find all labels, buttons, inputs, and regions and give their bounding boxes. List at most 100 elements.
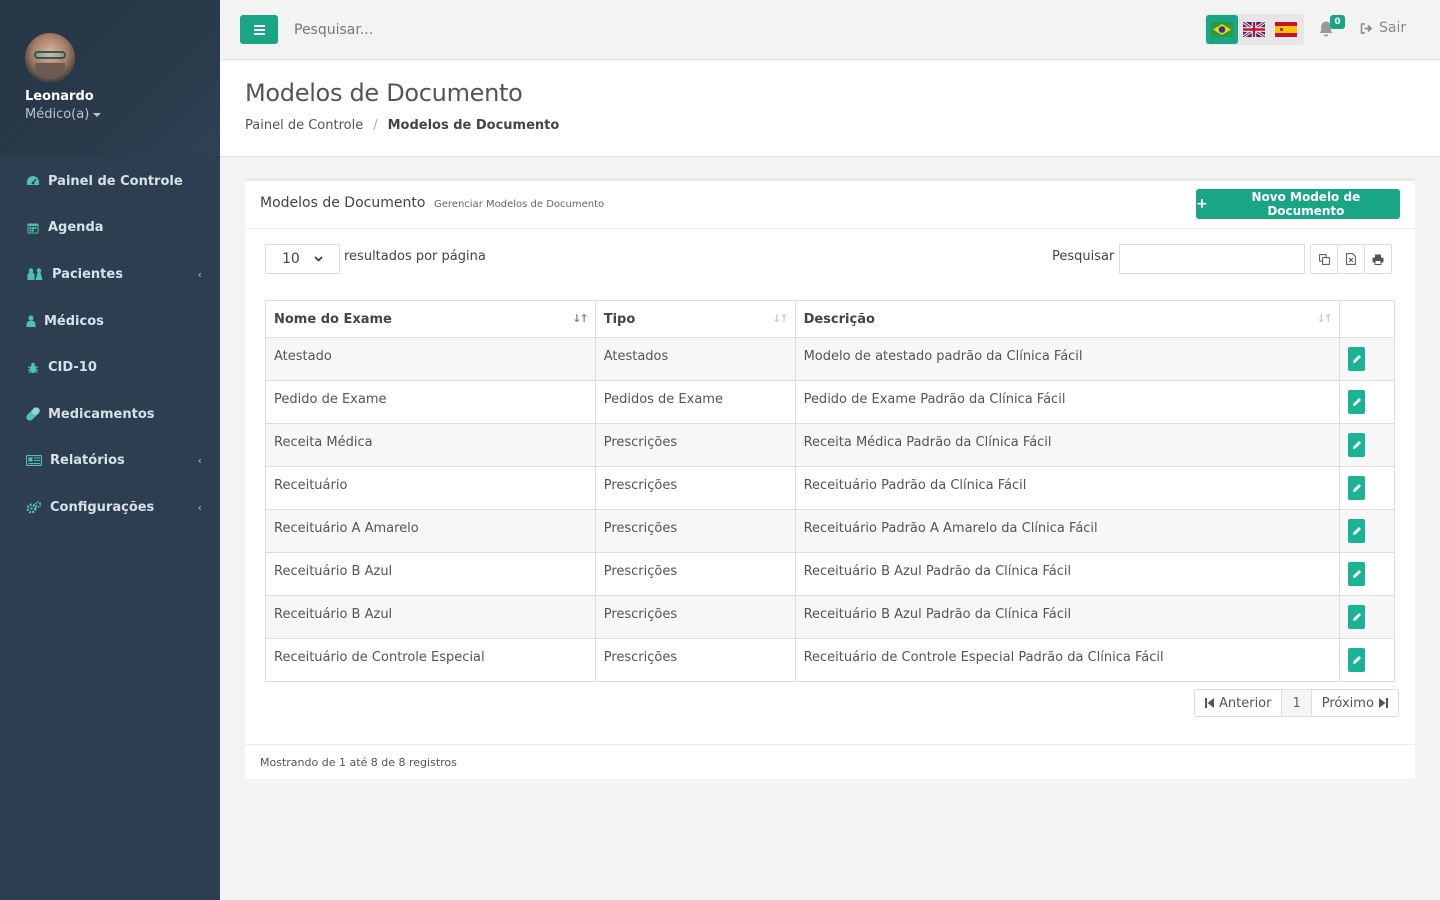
table-row: Receituário Prescrições Receituário Padrão…	[265, 466, 1395, 510]
spain-flag-icon	[1275, 22, 1297, 37]
sidebar-item-cid-10[interactable]: CID-10	[0, 344, 220, 391]
cell-nome: Receituário B Azul	[265, 552, 596, 596]
table-header-row: Nome do Exame ↓↑ Tipo ↓↑ Descrição ↓↑	[265, 300, 1395, 338]
pagination-page-1[interactable]: 1	[1281, 689, 1312, 717]
sidebar-item-label: Médicos	[44, 313, 104, 329]
copy-button[interactable]	[1310, 244, 1338, 274]
cell-actions	[1339, 466, 1395, 510]
caret-down-icon	[93, 112, 102, 117]
pagination-prev-button[interactable]: Anterior	[1194, 689, 1283, 717]
sidebar-item-agenda[interactable]: Agenda	[0, 205, 220, 252]
edit-button[interactable]	[1348, 390, 1365, 414]
language-en-gb-button[interactable]	[1238, 15, 1270, 44]
page-header: Modelos de Documento Painel de Controle …	[220, 61, 1440, 157]
cell-actions	[1339, 380, 1395, 424]
chevron-left-icon: ‹	[197, 500, 202, 514]
column-header-nome[interactable]: Nome do Exame ↓↑	[265, 300, 596, 338]
logout-button[interactable]: Sair	[1360, 20, 1406, 36]
edit-button[interactable]	[1348, 562, 1365, 586]
page-size-label: resultados por página	[344, 249, 486, 264]
page-size-value: 10	[282, 251, 300, 267]
chevron-left-icon: ‹	[197, 454, 202, 468]
new-document-template-button[interactable]: + Novo Modelo de Documento	[1196, 189, 1400, 219]
sidebar-item-label: Agenda	[48, 220, 104, 236]
cell-descricao: Pedido de Exame Padrão da Clínica Fácil	[794, 380, 1341, 424]
chevron-left-icon: ‹	[197, 267, 202, 281]
sidebar-item-relatorios[interactable]: Relatórios ‹	[0, 438, 220, 485]
cell-actions	[1339, 595, 1395, 639]
sidebar-item-label: Medicamentos	[48, 406, 155, 422]
pagination-next-label: Próximo	[1321, 695, 1374, 711]
sidebar-item-painel-de-controle[interactable]: Painel de Controle	[0, 158, 220, 205]
table-row: Receituário B Azul Prescrições Receituário…	[265, 595, 1395, 639]
chevron-down-icon	[314, 256, 323, 262]
cell-actions	[1339, 509, 1395, 553]
column-header-label: Nome do Exame	[274, 311, 392, 327]
global-search-input[interactable]	[294, 18, 594, 42]
user-md-icon	[25, 314, 37, 328]
language-es-es-button[interactable]	[1270, 15, 1302, 44]
column-header-label: Descrição	[803, 311, 875, 327]
box-subtitle: Gerenciar Modelos de Documento	[434, 199, 605, 210]
box-title: Modelos de Documento	[260, 195, 426, 211]
sidebar-item-label: Pacientes	[52, 266, 123, 282]
user-name: Leonardo	[25, 89, 94, 104]
step-backward-icon	[1205, 698, 1214, 708]
sidebar-item-medicos[interactable]: Médicos	[0, 298, 220, 345]
cell-actions	[1339, 423, 1395, 467]
cell-nome: Receituário de Controle Especial	[265, 638, 596, 682]
page-size-select[interactable]: 10	[265, 244, 340, 274]
edit-button[interactable]	[1348, 433, 1365, 457]
print-button[interactable]	[1364, 244, 1392, 274]
hamburger-icon-line	[253, 24, 265, 27]
avatar-glasses	[34, 51, 66, 59]
pencil-icon	[1352, 570, 1361, 578]
bug-icon	[25, 361, 41, 375]
cell-nome: Receituário	[265, 466, 596, 510]
plus-icon: +	[1196, 196, 1208, 212]
excel-export-button[interactable]	[1337, 244, 1365, 274]
pagination-next-button[interactable]: Próximo	[1310, 689, 1399, 717]
table-controls: 10 resultados por página Pesquisar	[265, 244, 1395, 274]
sidebar: Leonardo Médico(a) Painel de Controle Ag…	[0, 0, 220, 900]
edit-button[interactable]	[1348, 519, 1365, 543]
language-pt-br-button[interactable]	[1206, 15, 1238, 44]
sidebar-item-configuracoes[interactable]: Configurações ‹	[0, 484, 220, 531]
pagination: Anterior 1 Próximo	[1194, 689, 1399, 717]
edit-button[interactable]	[1348, 648, 1365, 672]
edit-button[interactable]	[1348, 605, 1365, 629]
column-header-actions	[1339, 300, 1395, 338]
sidebar-item-pacientes[interactable]: Pacientes ‹	[0, 251, 220, 298]
column-header-tipo[interactable]: Tipo ↓↑	[594, 300, 796, 338]
cell-tipo: Pedidos de Exame	[594, 380, 796, 424]
user-role-dropdown[interactable]: Médico(a)	[25, 107, 195, 122]
edit-button[interactable]	[1348, 347, 1365, 371]
sort-icon: ↓↑	[1316, 312, 1334, 325]
table-row: Receituário de Controle Especial Prescriç…	[265, 638, 1395, 682]
box-header: Modelos de Documento Gerenciar Modelos d…	[245, 181, 1415, 229]
breadcrumb-link-painel[interactable]: Painel de Controle	[245, 118, 363, 133]
cell-descricao: Receituário Padrão A Amarelo da Clínica …	[794, 509, 1341, 553]
cell-nome: Receita Médica	[265, 423, 596, 467]
hamburger-icon-line	[253, 32, 265, 35]
brazil-flag-icon	[1211, 22, 1233, 37]
cell-nome: Receituário A Amarelo	[265, 509, 596, 553]
cell-descricao: Receituário B Azul Padrão da Clínica Fác…	[794, 552, 1341, 596]
sidebar-item-medicamentos[interactable]: Medicamentos	[0, 391, 220, 438]
menu-toggle-button[interactable]	[240, 15, 278, 44]
avatar[interactable]	[25, 33, 75, 83]
table-body: Atestado Atestados Modelo de atestado padr…	[265, 337, 1395, 682]
cell-descricao: Receituário Padrão da Clínica Fácil	[794, 466, 1341, 510]
edit-button[interactable]	[1348, 476, 1365, 500]
table-row: Pedido de Exame Pedidos de Exame Pedido de…	[265, 380, 1395, 424]
uk-flag-icon	[1243, 22, 1265, 37]
table-search-label: Pesquisar	[1052, 249, 1115, 264]
notifications-badge: 0	[1330, 15, 1345, 29]
breadcrumb-current: Modelos de Documento	[387, 118, 560, 133]
pagination-prev-label: Anterior	[1219, 695, 1272, 711]
cell-actions	[1339, 337, 1395, 381]
table-search-input[interactable]	[1119, 244, 1305, 274]
new-button-label: Novo Modelo de Documento	[1251, 190, 1361, 218]
sort-icon: ↓↑	[772, 312, 789, 325]
column-header-descricao[interactable]: Descrição ↓↑	[794, 300, 1341, 338]
